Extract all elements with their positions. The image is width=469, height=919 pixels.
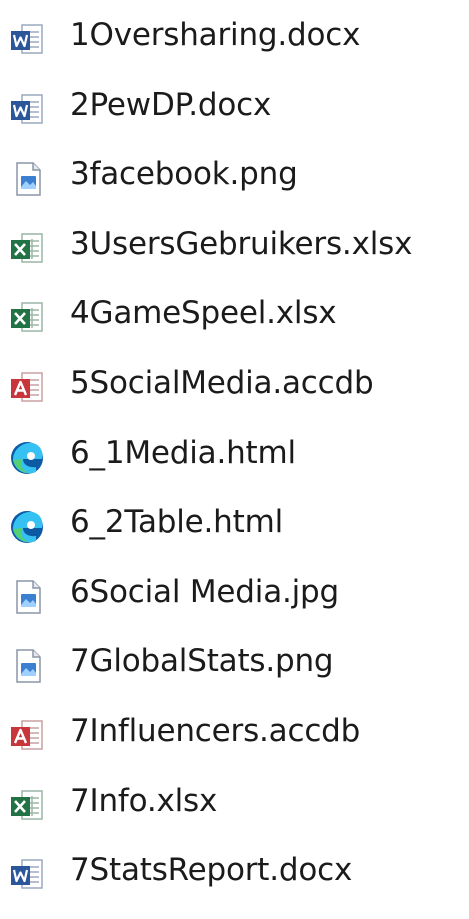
edge-icon [9,509,45,545]
file-row-access[interactable]: 5SocialMedia.accdb [0,352,469,422]
file-name: 6_1Media.html [70,434,296,471]
image-icon [9,161,45,197]
access-icon [9,718,45,754]
file-name: 1Oversharing.docx [70,17,361,53]
excel-icon [9,788,45,824]
word-icon [9,857,45,893]
file-name: 7Influencers.accdb [70,712,361,749]
file-row-image[interactable]: 3facebook.png [0,143,469,213]
file-row-excel[interactable]: 3UsersGebruikers.xlsx [0,213,469,283]
file-row-excel[interactable]: 4GameSpeel.xlsx [0,282,469,352]
file-row-word[interactable]: 1Oversharing.docx [0,4,469,74]
file-row-access[interactable]: 7Influencers.accdb [0,700,469,770]
edge-icon [9,440,45,476]
file-name: 7GlobalStats.png [70,643,334,680]
file-row-image[interactable]: 7GlobalStats.png [0,630,469,700]
file-name: 3UsersGebruikers.xlsx [70,225,413,262]
file-row-edge[interactable]: 6_1Media.html [0,422,469,492]
access-icon [9,370,45,406]
file-name: 6_2Table.html [70,504,283,541]
file-row-edge[interactable]: 6_2Table.html [0,491,469,561]
file-name: 2PewDP.docx [70,86,272,123]
image-icon [9,579,45,615]
file-name: 3facebook.png [70,156,298,193]
file-name: 4GameSpeel.xlsx [70,295,337,332]
file-list: 1Oversharing.docx 2PewDP.docx 3facebook.… [0,4,469,909]
word-icon [9,92,45,128]
file-name: 6Social Media.jpg [70,573,340,610]
file-name: 7StatsReport.docx [70,852,353,889]
file-row-word[interactable]: 2PewDP.docx [0,74,469,144]
excel-icon [9,231,45,267]
file-row-image[interactable]: 6Social Media.jpg [0,561,469,631]
file-name: 5SocialMedia.accdb [70,364,374,401]
word-icon [9,22,45,58]
file-name: 7Info.xlsx [70,782,218,819]
file-row-excel[interactable]: 7Info.xlsx [0,770,469,840]
excel-icon [9,300,45,336]
file-row-word[interactable]: 7StatsReport.docx [0,839,469,909]
image-icon [9,648,45,684]
